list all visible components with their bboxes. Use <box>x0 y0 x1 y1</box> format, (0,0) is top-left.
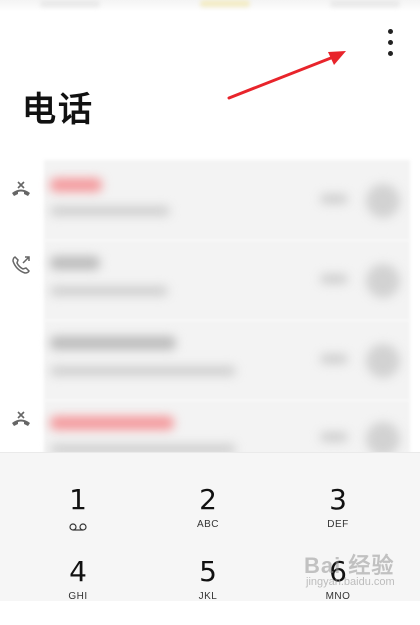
contact-name-blurred <box>50 178 102 192</box>
call-log-row[interactable] <box>0 160 420 240</box>
status-bar <box>0 0 420 12</box>
outgoing-call-icon <box>12 256 30 274</box>
key-letters: MNO <box>325 591 351 602</box>
page-title: 电话 <box>22 90 94 130</box>
call-time-blurred <box>320 432 348 442</box>
call-time-blurred <box>320 354 348 364</box>
call-detail-blurred <box>50 206 170 216</box>
call-log-blurred-card <box>44 160 410 240</box>
call-time-blurred <box>320 274 348 284</box>
contact-name-blurred <box>50 336 176 350</box>
dialpad: 1 2 ABC 3 DEF 4 GHI 5 JKL 6 MNO <box>0 452 420 602</box>
call-log-row[interactable] <box>0 320 420 400</box>
dialpad-key-4[interactable]: 4 GHI <box>28 555 128 625</box>
contact-name-blurred <box>50 416 174 430</box>
key-digit: 4 <box>69 555 87 588</box>
key-letters: DEF <box>327 519 349 530</box>
call-log-row[interactable] <box>0 240 420 320</box>
dialpad-key-6[interactable]: 6 MNO <box>288 555 388 625</box>
call-log-blurred-card <box>44 240 410 320</box>
contact-name-blurred <box>50 256 100 270</box>
dialpad-key-5[interactable]: 5 JKL <box>158 555 258 625</box>
status-bar-blur <box>330 0 400 7</box>
more-vertical-icon-dot <box>387 50 393 56</box>
call-detail-blurred <box>50 286 168 296</box>
dialpad-key-1[interactable]: 1 <box>28 483 128 553</box>
key-letters: GHI <box>68 591 88 602</box>
call-detail-blurred <box>50 366 236 376</box>
call-log-blurred-card <box>44 320 410 400</box>
missed-call-icon <box>12 181 30 196</box>
key-digit: 5 <box>199 555 217 588</box>
call-info-button-blurred[interactable] <box>366 264 400 298</box>
status-bar-blur <box>200 0 250 7</box>
key-digit: 6 <box>329 555 347 588</box>
voicemail-icon <box>69 523 87 531</box>
annotation-arrow-shaft <box>227 54 338 100</box>
dialpad-key-3[interactable]: 3 DEF <box>288 483 388 553</box>
more-options-button[interactable] <box>374 24 406 60</box>
status-bar-blur <box>40 0 100 7</box>
call-info-button-blurred[interactable] <box>366 344 400 378</box>
call-log-list[interactable] <box>0 160 420 480</box>
call-time-blurred <box>320 194 348 204</box>
call-info-button-blurred[interactable] <box>366 422 400 456</box>
key-digit: 1 <box>69 483 87 516</box>
key-digit: 3 <box>329 483 347 516</box>
annotation-arrow-head <box>328 51 346 65</box>
key-letters: ABC <box>196 519 220 530</box>
key-digit: 2 <box>199 483 217 516</box>
dialpad-key-2[interactable]: 2 ABC <box>158 483 258 553</box>
key-letters: JKL <box>198 591 218 602</box>
more-vertical-icon-dot <box>387 39 393 45</box>
missed-call-icon <box>12 411 30 426</box>
call-info-button-blurred[interactable] <box>366 184 400 218</box>
more-vertical-icon-dot <box>387 28 393 34</box>
